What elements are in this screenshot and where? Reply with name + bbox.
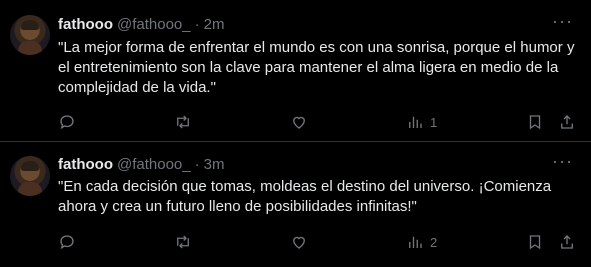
separator: · xyxy=(194,155,200,173)
separator: · xyxy=(194,15,200,33)
views-button[interactable]: 2 xyxy=(406,232,437,252)
views-count: 1 xyxy=(430,114,438,130)
retweet-icon xyxy=(177,235,189,249)
views-icon xyxy=(409,236,422,248)
reply-icon xyxy=(60,115,74,130)
bookmark-button[interactable] xyxy=(526,112,544,132)
retweet-icon xyxy=(177,115,189,129)
avatar[interactable] xyxy=(10,156,50,196)
like-button[interactable] xyxy=(290,232,308,252)
bookmark-icon xyxy=(529,235,541,250)
author-handle[interactable]: @fathooo_ xyxy=(117,156,191,173)
more-options-icon[interactable]: ··· xyxy=(552,12,573,30)
reply-button[interactable] xyxy=(58,112,76,132)
reply-icon xyxy=(60,235,74,250)
retweet-button[interactable] xyxy=(174,112,192,132)
bookmark-icon xyxy=(529,115,541,130)
share-icon xyxy=(561,235,573,249)
tweet[interactable]: fathooo @fathooo_ · 2m ··· "La mejor for… xyxy=(0,0,591,142)
tweet-header: fathooo @fathooo_ · 3m xyxy=(58,154,224,174)
views-icon xyxy=(409,116,422,128)
retweet-button[interactable] xyxy=(174,232,192,252)
author-handle[interactable]: @fathooo_ xyxy=(117,16,191,33)
more-options-icon[interactable]: ··· xyxy=(552,152,573,170)
views-button[interactable]: 1 xyxy=(406,112,437,132)
like-icon xyxy=(293,116,305,129)
author-name[interactable]: fathooo xyxy=(58,16,113,33)
like-button[interactable] xyxy=(290,112,308,132)
share-button[interactable] xyxy=(558,112,576,132)
reply-button[interactable] xyxy=(58,232,76,252)
tweet-text: "La mejor forma de enfrentar el mundo es… xyxy=(58,39,575,96)
tweet-actions: 1 xyxy=(58,112,578,132)
tweet-header: fathooo @fathooo_ · 2m xyxy=(58,14,224,34)
bookmark-button[interactable] xyxy=(526,232,544,252)
timestamp[interactable]: 2m xyxy=(204,16,225,33)
like-icon xyxy=(293,236,305,249)
tweet-actions: 2 xyxy=(58,232,578,252)
avatar[interactable] xyxy=(10,15,50,55)
timestamp[interactable]: 3m xyxy=(204,156,225,173)
share-icon xyxy=(561,115,573,129)
tweet[interactable]: fathooo @fathooo_ · 3m ··· "En cada deci… xyxy=(0,142,591,267)
author-name[interactable]: fathooo xyxy=(58,156,113,173)
tweet-text: "En cada decisión que tomas, moldeas el … xyxy=(58,178,552,215)
views-count: 2 xyxy=(430,234,438,250)
share-button[interactable] xyxy=(558,232,576,252)
